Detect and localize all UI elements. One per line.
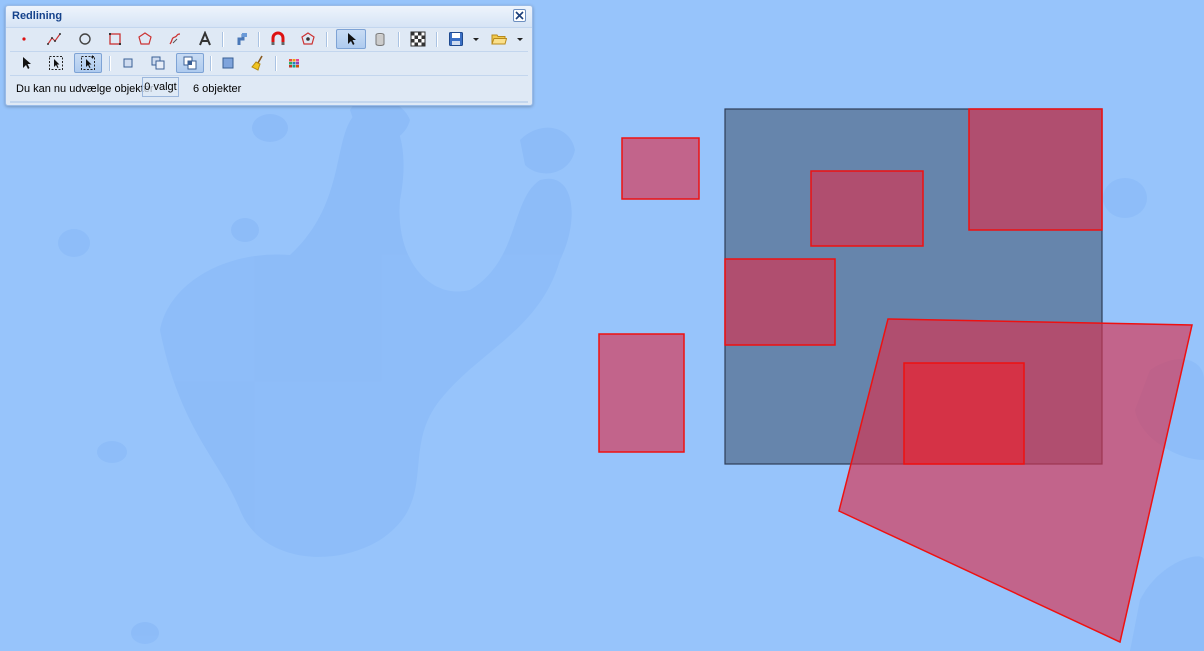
draw-text-button[interactable] [193,29,217,49]
open-dropdown-button[interactable] [513,29,525,49]
select-arrow-button[interactable] [336,29,366,49]
object-count: 6 objekter [193,83,242,95]
redline-rectangle-middle-left[interactable] [724,258,836,346]
redlining-panel: Redlining Du kan nu udvælge objekter 0 v… [5,5,533,106]
style-palette-button[interactable] [282,53,306,73]
draw-freehand-button[interactable] [163,29,187,49]
draw-rectangle-button[interactable] [103,29,127,49]
grid-icon [410,31,426,47]
status-bar: Du kan nu udvælge objekter 0 valgt 6 obj… [10,76,528,100]
fill-square-icon [222,57,234,69]
single-layer-button[interactable] [116,53,140,73]
snap-button[interactable] [229,29,253,49]
circle-icon [79,33,91,45]
select-arrow-icon [348,33,356,45]
text-icon [199,31,211,46]
delete-button[interactable] [368,29,392,49]
draw-point-button[interactable] [12,29,36,49]
box-select-add-button[interactable] [74,53,102,73]
clear-button[interactable] [246,53,270,73]
selected-count: 0 valgt [142,77,179,97]
panel-title: Redlining [12,10,63,22]
selection-toolbar [10,52,528,74]
redline-rectangle-inner[interactable] [903,362,1025,465]
magnet-icon [271,31,285,45]
save-dropdown-button[interactable] [469,29,481,49]
rectangle-icon [109,33,121,45]
eraser-icon [375,33,385,46]
box-select-plus-icon [81,55,95,70]
polygon-icon [138,32,152,45]
pointer-select-button[interactable] [14,53,38,73]
snap-icon [237,33,247,45]
save-button[interactable] [444,29,468,49]
fill-button[interactable] [216,53,240,73]
save-dropdown-icon [473,38,479,41]
save-icon [449,32,463,46]
draw-circle-button[interactable] [73,29,97,49]
stack-button[interactable] [146,53,170,73]
edit-vertices-button[interactable] [296,29,320,49]
square-icon [123,58,133,68]
box-select-button[interactable] [44,53,68,73]
stack-icon [151,56,165,70]
grid-button[interactable] [406,29,430,49]
close-icon [515,11,524,20]
point-icon [22,37,26,41]
redline-rectangle-top-center[interactable] [810,170,924,247]
status-bottom-border [10,101,528,103]
panel-header: Redlining [6,6,532,28]
polyline-icon [47,33,61,45]
edit-vertices-icon [301,32,315,45]
layered-stack-button[interactable] [176,53,204,73]
draw-polygon-button[interactable] [133,29,157,49]
redline-rectangle-small-left[interactable] [621,137,700,200]
palette-icon [289,59,299,68]
redline-rectangle-tall-left[interactable] [598,333,685,453]
draw-polyline-button[interactable] [42,29,66,49]
drawing-toolbar [10,28,528,50]
open-button[interactable] [487,29,511,49]
magnet-button[interactable] [266,29,290,49]
redline-rectangle-top-right[interactable] [968,108,1103,231]
open-dropdown-icon [517,38,523,41]
broom-icon [251,55,263,71]
redline-features [598,108,1193,644]
freehand-icon [169,33,181,45]
status-message: Du kan nu udvælge objekter [16,83,154,95]
open-folder-icon [491,34,507,45]
layered-stack-icon [183,56,197,70]
close-button[interactable] [513,9,526,22]
box-select-icon [49,56,63,70]
pointer-icon [23,57,31,69]
